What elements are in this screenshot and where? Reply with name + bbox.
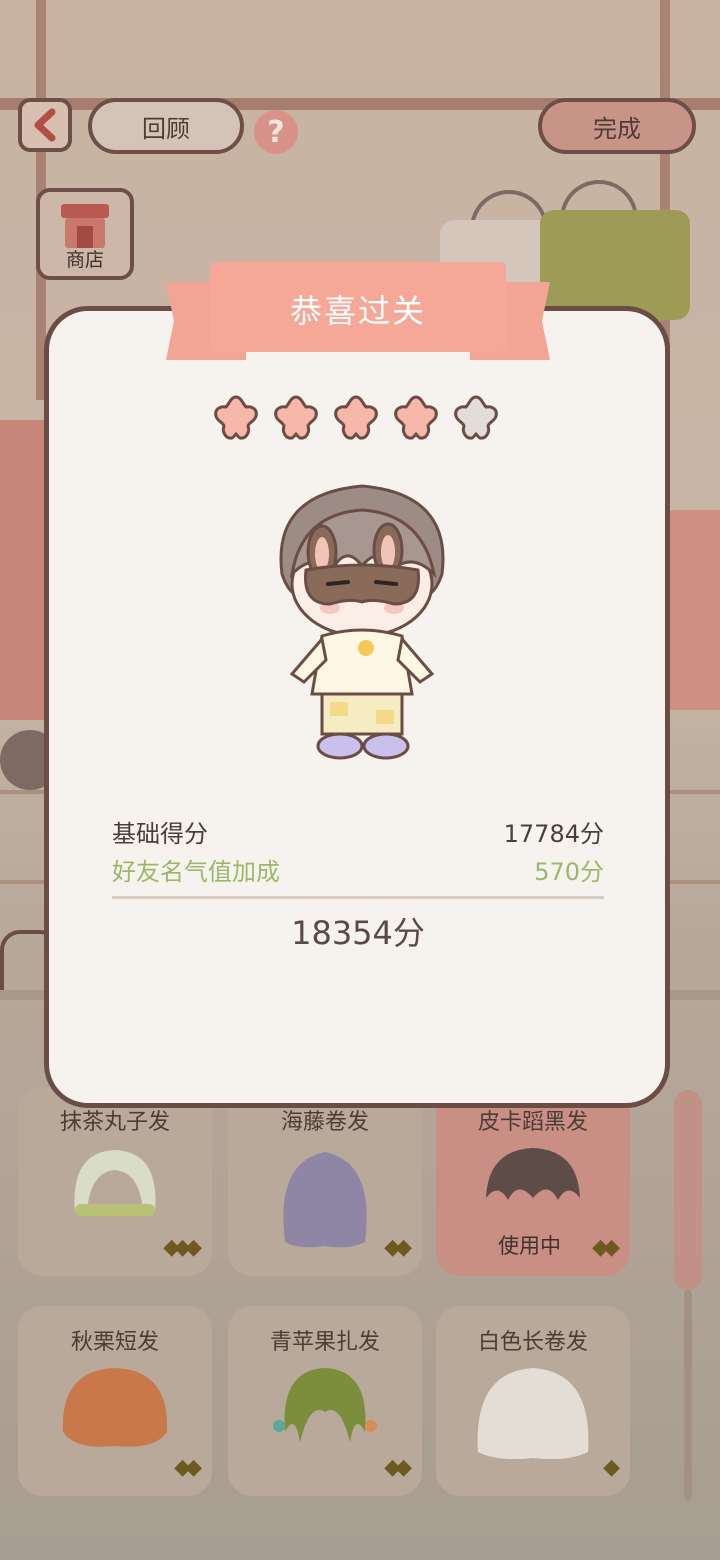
help-label: ? (267, 114, 285, 150)
base-score-value: 17784分 (503, 820, 604, 848)
base-score-label: 基础得分 (112, 820, 208, 848)
item-card[interactable]: 白色长卷发 ◆ (436, 1306, 630, 1496)
item-card[interactable]: 海藤卷发 ◆◆ (228, 1086, 422, 1276)
hair-icon (283, 1152, 367, 1248)
help-icon[interactable]: ? (254, 110, 298, 154)
scroll-track[interactable] (684, 1290, 692, 1500)
chevron-left-icon (34, 108, 56, 142)
item-name: 秋栗短发 (70, 1330, 159, 1355)
item-name: 青苹果扎发 (269, 1330, 380, 1355)
back-button[interactable] (18, 98, 72, 152)
rarity-icon: ◆ (603, 1455, 620, 1480)
base-score-row: 基础得分 17784分 (112, 814, 604, 849)
item-card[interactable]: 秋栗短发 ◆◆ (18, 1306, 212, 1496)
scroll-thumb[interactable] (674, 1090, 702, 1290)
shop-button[interactable]: 商店 (36, 188, 134, 280)
score-divider (112, 896, 604, 899)
bonus-label: 好友名气值加成 (112, 858, 280, 886)
item-name: 海藤卷发 (280, 1110, 369, 1135)
character-avatar (279, 484, 445, 760)
item-card[interactable]: 青苹果扎发 ◆◆ (228, 1306, 422, 1496)
shop-label: 商店 (65, 249, 104, 271)
dialog-title: 恭喜过关 (289, 292, 426, 330)
rarity-icon: ◆◆ (174, 1455, 202, 1480)
bonus-value: 570分 (534, 858, 604, 886)
star-icon-filled (214, 395, 258, 440)
total-score: 18354分 (291, 914, 425, 952)
rarity-icon: ◆◆◆ (163, 1235, 202, 1260)
in-use-badge: 使用中 (498, 1234, 561, 1258)
rarity-icon: ◆◆ (384, 1455, 412, 1480)
item-name: 白色长卷发 (477, 1330, 588, 1355)
star-icon-filled (334, 395, 378, 440)
rarity-icon: ◆◆ (592, 1235, 620, 1260)
hair-icon (273, 1368, 377, 1442)
hair-icon (486, 1148, 580, 1200)
review-button[interactable]: 回顾 (88, 98, 244, 154)
item-card[interactable]: 抹茶丸子发 ◆◆◆ (18, 1086, 212, 1276)
hair-icon (74, 1150, 156, 1216)
item-name: 皮卡蹈黑发 (477, 1110, 588, 1135)
star-icon-filled (274, 395, 318, 440)
star-rating (212, 394, 512, 450)
star-icon-empty (454, 395, 498, 440)
bonus-score-row: 好友名气值加成 570分 (112, 852, 604, 887)
hanging-dress (540, 210, 690, 320)
hair-icon (477, 1368, 589, 1460)
review-label: 回顾 (142, 114, 190, 143)
rarity-icon: ◆◆ (384, 1235, 412, 1260)
title-ribbon: 恭喜过关 (166, 262, 550, 360)
hair-icon (62, 1368, 168, 1447)
done-button[interactable]: 完成 (538, 98, 696, 154)
star-icon-filled (394, 395, 438, 440)
item-card-selected[interactable]: 皮卡蹈黑发 使用中 ◆◆ (436, 1086, 630, 1276)
done-label: 完成 (593, 114, 641, 143)
item-name: 抹茶丸子发 (59, 1110, 170, 1135)
